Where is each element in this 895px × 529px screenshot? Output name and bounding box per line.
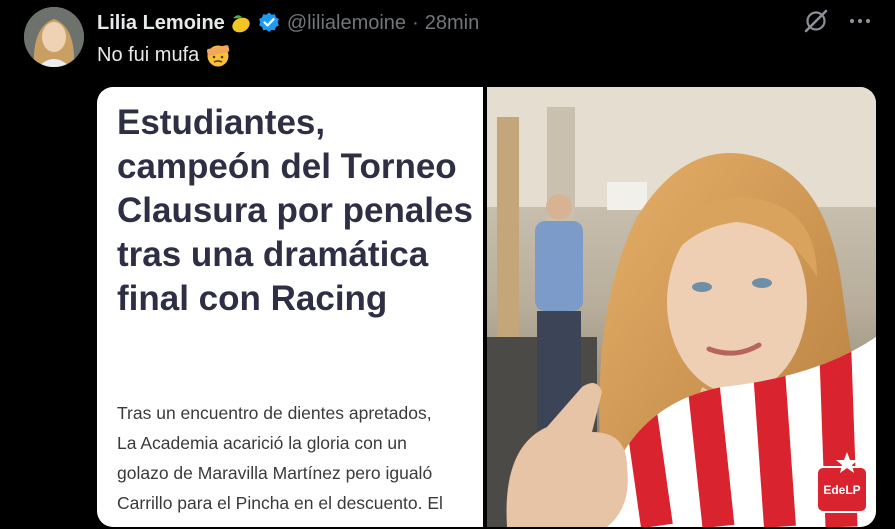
separator-dot: · bbox=[412, 11, 419, 34]
grok-icon[interactable] bbox=[803, 8, 829, 34]
face-with-bandage-icon bbox=[205, 42, 231, 68]
tweet-actions bbox=[803, 8, 871, 34]
selfie-photo[interactable]: EdeLP bbox=[487, 87, 876, 527]
article-headline: Estudiantes, campeón del Torneo Clausura… bbox=[117, 103, 473, 318]
tweet-header: Lilia Lemoine @lilialemoine · 28min bbox=[97, 8, 479, 38]
tweet-text: No fui mufa bbox=[97, 42, 231, 68]
lemon-icon bbox=[230, 13, 252, 33]
author-handle[interactable]: @lilialemoine bbox=[287, 12, 406, 35]
tweet-media[interactable]: Estudiantes, campeón del Torneo Clausura… bbox=[97, 87, 876, 527]
article-body: Tras un encuentro de dientes apretados, … bbox=[117, 403, 443, 513]
timestamp[interactable]: 28min bbox=[425, 12, 479, 35]
tweet[interactable]: Lilia Lemoine @lilialemoine · 28min No f… bbox=[0, 0, 895, 529]
verified-icon[interactable] bbox=[257, 11, 281, 35]
jersey-crest-text: EdeLP bbox=[823, 483, 860, 497]
more-icon[interactable] bbox=[849, 8, 871, 34]
article-screenshot[interactable]: Estudiantes, campeón del Torneo Clausura… bbox=[97, 87, 483, 527]
tweet-text-content: No fui mufa bbox=[97, 43, 200, 66]
avatar[interactable] bbox=[24, 7, 84, 67]
author-display-name[interactable]: Lilia Lemoine bbox=[97, 12, 225, 35]
